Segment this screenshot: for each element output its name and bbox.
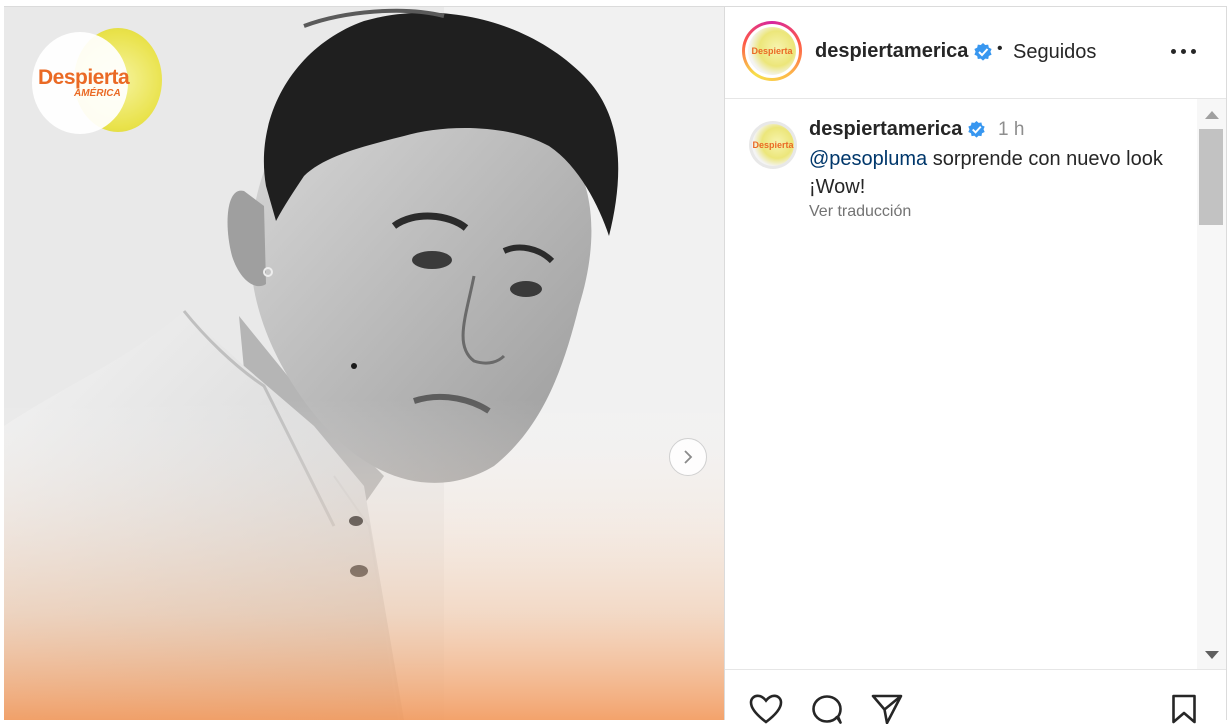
post-frame — [4, 6, 1227, 720]
